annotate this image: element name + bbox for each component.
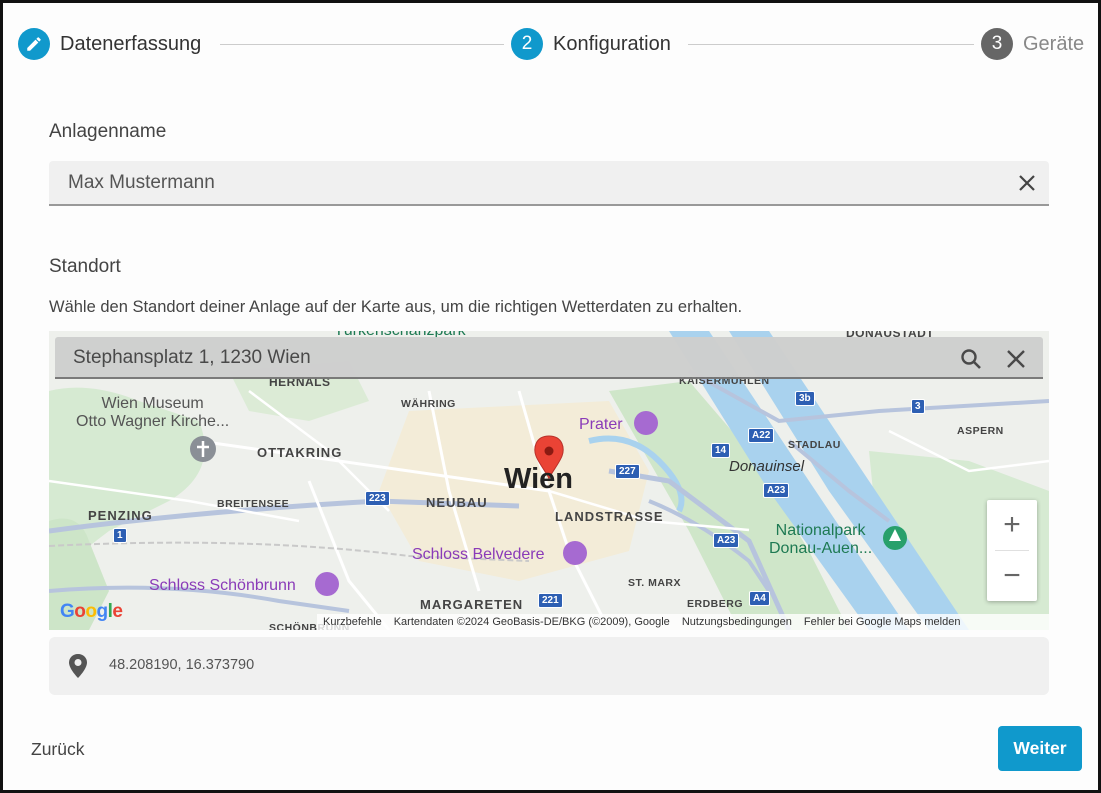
road-shield: A22 — [748, 428, 775, 443]
location-hint: Wähle den Standort deiner Anlage auf der… — [49, 298, 743, 316]
road-shield: 3 — [911, 399, 925, 414]
road-shield: 14 — [711, 443, 731, 458]
step-geraete[interactable]: 3 Geräte — [981, 28, 1084, 60]
road-shield: 221 — [538, 593, 563, 608]
name-input[interactable] — [68, 161, 998, 204]
step-label: Konfiguration — [553, 32, 671, 55]
step-connector — [688, 44, 974, 45]
map-label-nationalpark: Nationalpark Donau-Auen... — [769, 522, 872, 558]
map-label-breitensee: BREITENSEE — [217, 498, 290, 510]
map-label-aspern: ASPERN — [957, 425, 1004, 437]
poi-line: Nationalpark — [775, 522, 866, 539]
poi-line: Otto Wagner Kirche... — [76, 413, 230, 430]
stepper: Datenerfassung 2 Konfiguration 3 Geräte — [18, 28, 1088, 60]
coordinates-box: 48.208190, 16.373790 — [49, 637, 1049, 695]
map-label-landstrasse: LANDSTRASSE — [555, 509, 664, 524]
poi-line: Donau-Auen... — [769, 540, 873, 557]
road-shield: A4 — [749, 591, 770, 606]
zoom-out-button[interactable]: − — [987, 551, 1037, 601]
map-label-neubau: NEUBAU — [426, 495, 488, 510]
map-label-donauinsel: Donauinsel — [729, 458, 805, 475]
road-shield: A23 — [763, 483, 790, 498]
clear-icon[interactable] — [1017, 173, 1037, 193]
road-shield: 223 — [365, 491, 390, 506]
coordinates-value: 48.208190, 16.373790 — [109, 657, 255, 673]
map-search-input[interactable] — [73, 337, 933, 379]
location-label: Standort — [49, 256, 121, 277]
road-shield: 1 — [113, 528, 127, 543]
step-label: Geräte — [1023, 32, 1085, 55]
location-pin-icon — [69, 654, 87, 678]
next-button[interactable]: Weiter — [998, 726, 1082, 771]
step-connector — [220, 44, 504, 45]
back-button[interactable]: Zurück — [31, 739, 84, 760]
step-completed-circle — [18, 28, 50, 60]
name-label: Anlagenname — [49, 121, 167, 142]
map-label-st-marx: ST. MARX — [628, 577, 682, 589]
map-data-text: Kartendaten ©2024 GeoBasis-DE/BKG (©2009… — [393, 616, 670, 628]
terms-link[interactable]: Nutzungsbedingungen — [682, 616, 792, 628]
map-label-schloss-belvedere[interactable]: Schloss Belvedere — [412, 546, 545, 564]
step-label: Datenerfassung — [60, 32, 202, 55]
map-label-schloss-schoenbrunn[interactable]: Schloss Schönbrunn — [149, 577, 296, 595]
map-label-waehring: WÄHRING — [401, 398, 456, 410]
google-logo: Google — [60, 601, 123, 622]
map-label-prater[interactable]: Prater — [579, 416, 623, 434]
search-icon[interactable] — [959, 347, 983, 371]
pencil-icon — [27, 37, 41, 51]
map-label-ottakring: OTTAKRING — [257, 445, 343, 460]
map-label-margareten: MARGARETEN — [420, 597, 524, 612]
map-label-wien-museum: Wien Museum Otto Wagner Kirche... — [76, 395, 229, 431]
map-search-bar — [55, 337, 1043, 379]
road-shield: 3b — [795, 391, 815, 406]
close-icon[interactable] — [1005, 348, 1027, 370]
zoom-in-button[interactable]: + — [987, 500, 1037, 550]
step-datenerfassung[interactable]: Datenerfassung — [18, 28, 201, 60]
map-label-penzing: PENZING — [88, 508, 153, 523]
map-attribution: Kurzbefehle Kartendaten ©2024 GeoBasis-D… — [317, 614, 1049, 630]
report-error-link[interactable]: Fehler bei Google Maps melden — [804, 616, 961, 628]
road-shield: A23 — [713, 533, 740, 548]
name-field — [49, 161, 1049, 206]
step-number-circle: 3 — [981, 28, 1013, 60]
map-label-stadlau: STADLAU — [788, 439, 841, 451]
zoom-control: + − — [987, 500, 1037, 601]
step-konfiguration[interactable]: 2 Konfiguration — [511, 28, 671, 60]
map-label-erdberg: ERDBERG — [687, 598, 744, 610]
map[interactable]: Türkenschanzpark DONAUSTADT HERNALS WÄHR… — [49, 331, 1049, 630]
poi-line: Wien Museum — [101, 395, 204, 412]
step-number-circle: 2 — [511, 28, 543, 60]
road-shield: 227 — [615, 464, 640, 479]
map-label-wien: Wien — [504, 463, 574, 495]
keyboard-shortcuts-link[interactable]: Kurzbefehle — [323, 616, 382, 628]
